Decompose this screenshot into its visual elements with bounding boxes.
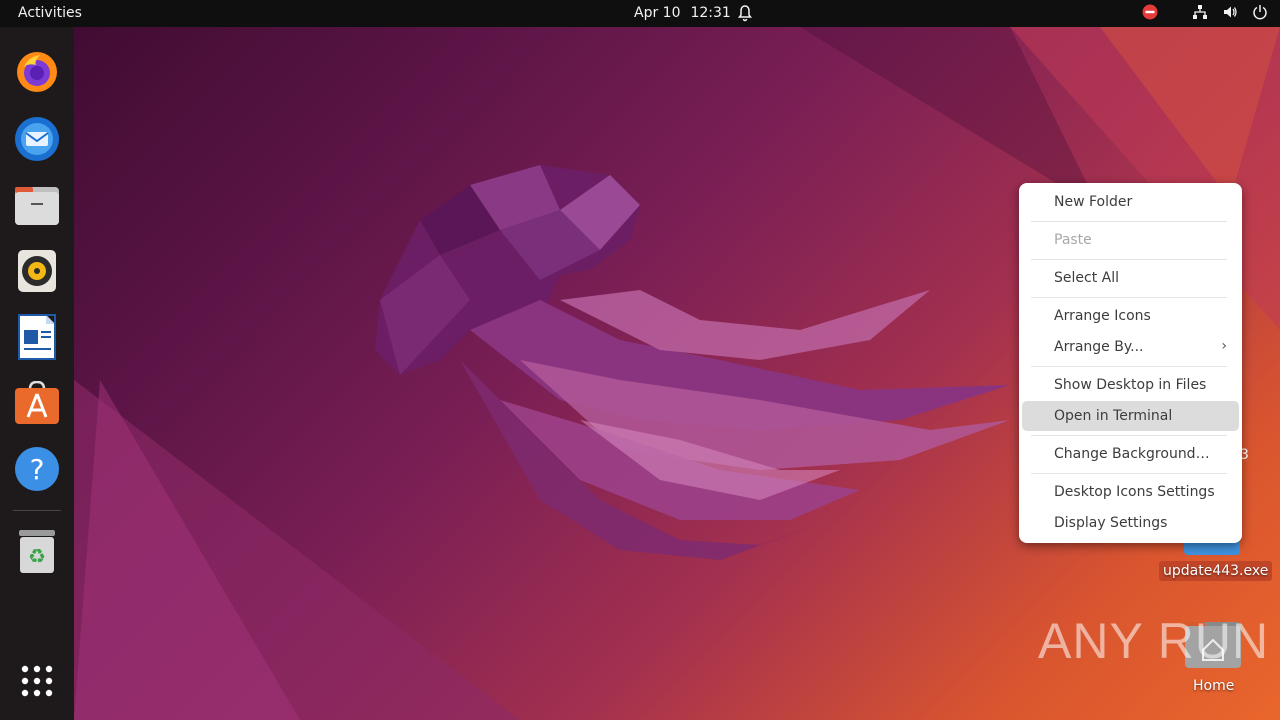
menu-separator xyxy=(1031,473,1227,474)
time-label: 12:31 xyxy=(690,5,731,21)
menu-item-arrange-by[interactable]: Arrange By... › xyxy=(1022,332,1239,362)
menu-item-open-in-terminal[interactable]: Open in Terminal xyxy=(1022,401,1239,431)
desktop-context-menu: New Folder Paste Select All Arrange Icon… xyxy=(1019,183,1242,543)
menu-item-display-settings[interactable]: Display Settings xyxy=(1022,508,1239,538)
top-bar: Activities Apr 10 12:31 xyxy=(0,0,1280,27)
dock: ? ♻ xyxy=(0,27,74,720)
rhythmbox-icon xyxy=(18,250,56,292)
menu-item-select-all[interactable]: Select All xyxy=(1022,263,1239,293)
menu-item-paste[interactable]: Paste xyxy=(1022,225,1239,255)
writer-icon xyxy=(18,314,56,360)
dock-item-trash[interactable]: ♻ xyxy=(12,526,62,576)
system-tray[interactable] xyxy=(1142,4,1268,20)
menu-item-arrange-icons[interactable]: Arrange Icons xyxy=(1022,301,1239,331)
dock-item-files[interactable] xyxy=(12,180,62,230)
dock-item-firefox[interactable] xyxy=(12,47,62,97)
menu-separator xyxy=(1031,221,1227,222)
do-not-disturb-icon[interactable] xyxy=(1142,4,1158,20)
activities-button[interactable]: Activities xyxy=(18,5,82,21)
svg-text:?: ? xyxy=(30,453,45,486)
thunderbird-icon xyxy=(15,117,59,161)
files-icon xyxy=(15,187,59,225)
dock-item-thunderbird[interactable] xyxy=(12,114,62,164)
menu-separator xyxy=(1031,297,1227,298)
volume-icon[interactable] xyxy=(1222,4,1238,20)
app-grid-icon xyxy=(21,665,53,697)
menu-item-change-background[interactable]: Change Background… xyxy=(1022,439,1239,469)
network-icon[interactable] xyxy=(1192,4,1208,20)
watermark: ANY RUN xyxy=(1038,612,1269,670)
desktop-icon-home-label[interactable]: Home xyxy=(1193,678,1234,694)
menu-separator xyxy=(1031,259,1227,260)
watermark-text: ANY RUN xyxy=(1038,613,1270,669)
menu-item-show-desktop-in-files[interactable]: Show Desktop in Files xyxy=(1022,370,1239,400)
svg-text:♻: ♻ xyxy=(28,544,46,568)
menu-item-desktop-icons-settings[interactable]: Desktop Icons Settings xyxy=(1022,477,1239,507)
dock-item-help[interactable]: ? xyxy=(12,444,62,494)
dock-item-software[interactable] xyxy=(12,378,62,428)
dock-item-writer[interactable] xyxy=(12,312,62,362)
firefox-icon xyxy=(17,52,57,92)
help-icon: ? xyxy=(15,447,59,491)
dock-item-show-apps[interactable] xyxy=(12,656,62,706)
menu-separator xyxy=(1031,366,1227,367)
chevron-right-icon: › xyxy=(1221,338,1227,354)
date-label: Apr 10 xyxy=(634,5,681,21)
power-icon[interactable] xyxy=(1252,4,1268,20)
menu-item-new-folder[interactable]: New Folder xyxy=(1022,187,1239,217)
bell-icon[interactable] xyxy=(737,4,753,26)
dock-separator xyxy=(13,510,61,511)
software-icon xyxy=(15,381,59,424)
desktop-icon-exe-label[interactable]: update443.exe xyxy=(1159,561,1273,581)
dock-item-rhythmbox[interactable] xyxy=(12,246,62,296)
clock-button[interactable]: Apr 10 12:31 xyxy=(634,5,731,21)
menu-separator xyxy=(1031,435,1227,436)
trash-icon: ♻ xyxy=(19,530,55,573)
